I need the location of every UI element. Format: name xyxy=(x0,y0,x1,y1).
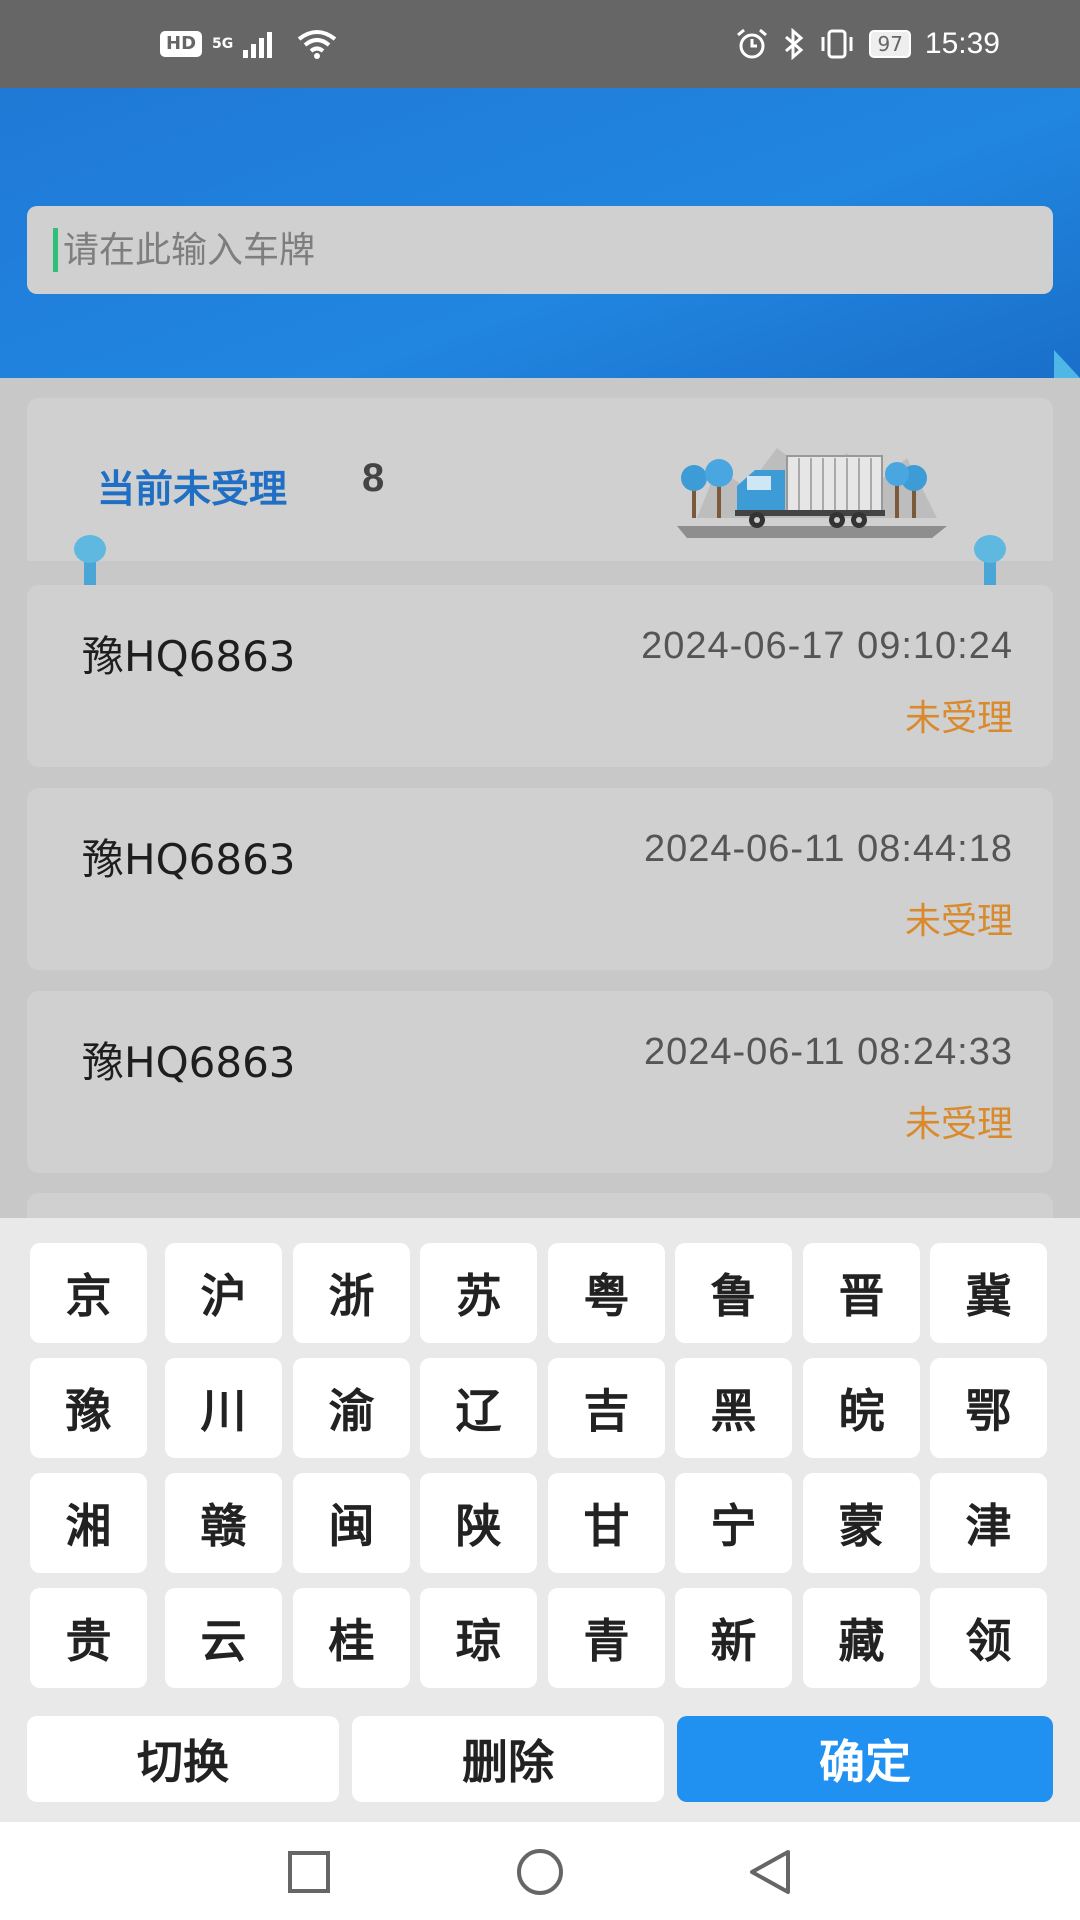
key-province[interactable]: 皖 xyxy=(803,1358,920,1458)
back-triangle-icon[interactable] xyxy=(742,1844,798,1900)
key-province[interactable]: 鲁 xyxy=(675,1243,792,1343)
key-province[interactable]: 京 xyxy=(30,1243,147,1343)
key-province[interactable]: 宁 xyxy=(675,1473,792,1573)
key-province[interactable]: 青 xyxy=(548,1588,665,1688)
delete-button[interactable]: 删除 xyxy=(352,1716,664,1802)
signal-icon xyxy=(243,32,273,58)
province-keyboard: 京 沪 浙 苏 粤 鲁 晋 冀 豫 川 渝 辽 吉 黑 皖 鄂 湘 赣 闽 陕 … xyxy=(0,1218,1080,1822)
key-province[interactable]: 黑 xyxy=(675,1358,792,1458)
pending-count: 8 xyxy=(362,456,385,500)
record-time: 2024-06-11 08:44:18 xyxy=(643,828,1013,870)
key-province[interactable]: 粤 xyxy=(548,1243,665,1343)
key-province[interactable]: 鄂 xyxy=(930,1358,1047,1458)
key-province[interactable]: 豫 xyxy=(30,1358,147,1458)
pending-label: 当前未受理 xyxy=(97,467,288,511)
key-province[interactable]: 湘 xyxy=(30,1473,147,1573)
battery-icon: 97 xyxy=(869,30,911,58)
key-province[interactable]: 赣 xyxy=(165,1473,282,1573)
network-type: 5G xyxy=(212,36,234,52)
truck-illustration-icon xyxy=(677,448,947,538)
key-province[interactable]: 新 xyxy=(675,1588,792,1688)
system-nav-bar xyxy=(0,1822,1080,1920)
bluetooth-icon xyxy=(785,28,804,60)
key-province[interactable]: 渝 xyxy=(293,1358,410,1458)
key-province[interactable]: 云 xyxy=(165,1588,282,1688)
clock: 15:39 xyxy=(924,27,1000,60)
confirm-button[interactable]: 确定 xyxy=(677,1716,1053,1802)
key-province[interactable]: 桂 xyxy=(293,1588,410,1688)
key-province[interactable]: 浙 xyxy=(293,1243,410,1343)
header-decoration xyxy=(1054,350,1080,378)
plate-number: 豫HQ6863 xyxy=(82,835,296,884)
record-status: 未受理 xyxy=(904,698,1013,739)
key-province[interactable]: 领 xyxy=(930,1588,1047,1688)
status-bar-right: 97 15:39 xyxy=(735,24,1000,64)
status-bar-left: HD 5G xyxy=(160,24,337,64)
key-province[interactable]: 沪 xyxy=(165,1243,282,1343)
key-province[interactable]: 苏 xyxy=(420,1243,537,1343)
key-province[interactable]: 晋 xyxy=(803,1243,920,1343)
key-province[interactable]: 蒙 xyxy=(803,1473,920,1573)
plate-search-input[interactable] xyxy=(59,206,1039,294)
record-status: 未受理 xyxy=(904,901,1013,942)
key-province[interactable]: 陕 xyxy=(420,1473,537,1573)
pending-summary-card: 当前未受理 8 xyxy=(27,398,1053,561)
key-province[interactable]: 闽 xyxy=(293,1473,410,1573)
plate-number: 豫HQ6863 xyxy=(82,632,296,681)
record-time: 2024-06-17 09:10:24 xyxy=(641,625,1013,667)
vibrate-icon xyxy=(821,29,853,59)
alarm-icon xyxy=(737,28,768,59)
switch-button[interactable]: 切换 xyxy=(27,1716,339,1802)
list-item[interactable]: 豫HQ6863 2024-06-11 08:24:33 未受理 xyxy=(27,991,1053,1173)
key-province[interactable]: 甘 xyxy=(548,1473,665,1573)
key-province[interactable]: 辽 xyxy=(420,1358,537,1458)
plate-number: 豫HQ6863 xyxy=(82,1038,296,1087)
list-item[interactable]: 豫HQ6863 2024-06-17 09:10:24 未受理 xyxy=(27,585,1053,767)
plate-search-box[interactable] xyxy=(27,206,1053,294)
key-province[interactable]: 藏 xyxy=(803,1588,920,1688)
wifi-icon xyxy=(298,30,337,59)
key-province[interactable]: 津 xyxy=(930,1473,1047,1573)
text-cursor xyxy=(53,228,58,272)
status-bar: HD 5G 97 15:39 xyxy=(0,0,1080,88)
record-status: 未受理 xyxy=(904,1104,1013,1145)
key-province[interactable]: 川 xyxy=(165,1358,282,1458)
record-time: 2024-06-11 08:24:33 xyxy=(643,1031,1013,1073)
key-province[interactable]: 冀 xyxy=(930,1243,1047,1343)
hd-icon: HD xyxy=(160,31,203,57)
home-circle-icon[interactable] xyxy=(512,1844,568,1900)
key-province[interactable]: 琼 xyxy=(420,1588,537,1688)
list-item[interactable]: 豫HQ6863 2024-06-11 08:44:18 未受理 xyxy=(27,788,1053,970)
key-province[interactable]: 贵 xyxy=(30,1588,147,1688)
key-province[interactable]: 吉 xyxy=(548,1358,665,1458)
recents-square-icon[interactable] xyxy=(281,1844,337,1900)
